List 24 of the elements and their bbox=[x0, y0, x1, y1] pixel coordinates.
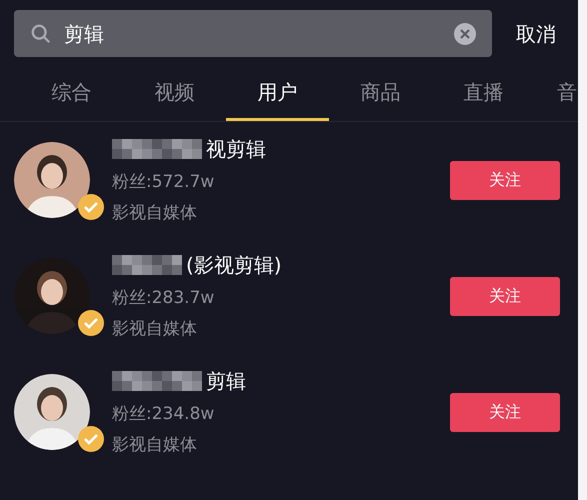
fan-count: 粉丝:283.7w bbox=[112, 286, 216, 310]
tab[interactable]: 商品 bbox=[329, 77, 432, 121]
tab[interactable]: 视频 bbox=[123, 77, 226, 121]
user-category: 影视自媒体 bbox=[112, 202, 198, 225]
tab[interactable]: 音 bbox=[557, 77, 577, 121]
user-name: 剪辑 bbox=[206, 368, 246, 394]
clear-icon[interactable] bbox=[454, 22, 476, 44]
fan-count: 粉丝:234.8w bbox=[112, 402, 216, 426]
search-field[interactable]: 剪辑 bbox=[14, 10, 492, 57]
follow-button[interactable]: 关注 bbox=[450, 392, 560, 432]
user-category: 影视自媒体 bbox=[112, 318, 198, 341]
tab[interactable]: 直播 bbox=[432, 77, 535, 121]
user-category: 影视自媒体 bbox=[112, 434, 198, 457]
search-text: 剪辑 bbox=[64, 20, 105, 48]
follow-button[interactable]: 关注 bbox=[450, 160, 560, 200]
tab[interactable]: 用户 bbox=[226, 77, 329, 121]
user-name: (影视剪辑) bbox=[186, 252, 282, 278]
fan-count: 粉丝:572.7w bbox=[112, 170, 216, 194]
mosaic-drawing bbox=[112, 254, 182, 274]
search-icon bbox=[30, 22, 52, 44]
tab[interactable]: 综合 bbox=[20, 77, 123, 121]
user-name: 视剪辑 bbox=[206, 136, 266, 162]
cancel-button[interactable]: 取消 bbox=[516, 18, 556, 48]
follow-button[interactable]: 关注 bbox=[450, 276, 560, 316]
